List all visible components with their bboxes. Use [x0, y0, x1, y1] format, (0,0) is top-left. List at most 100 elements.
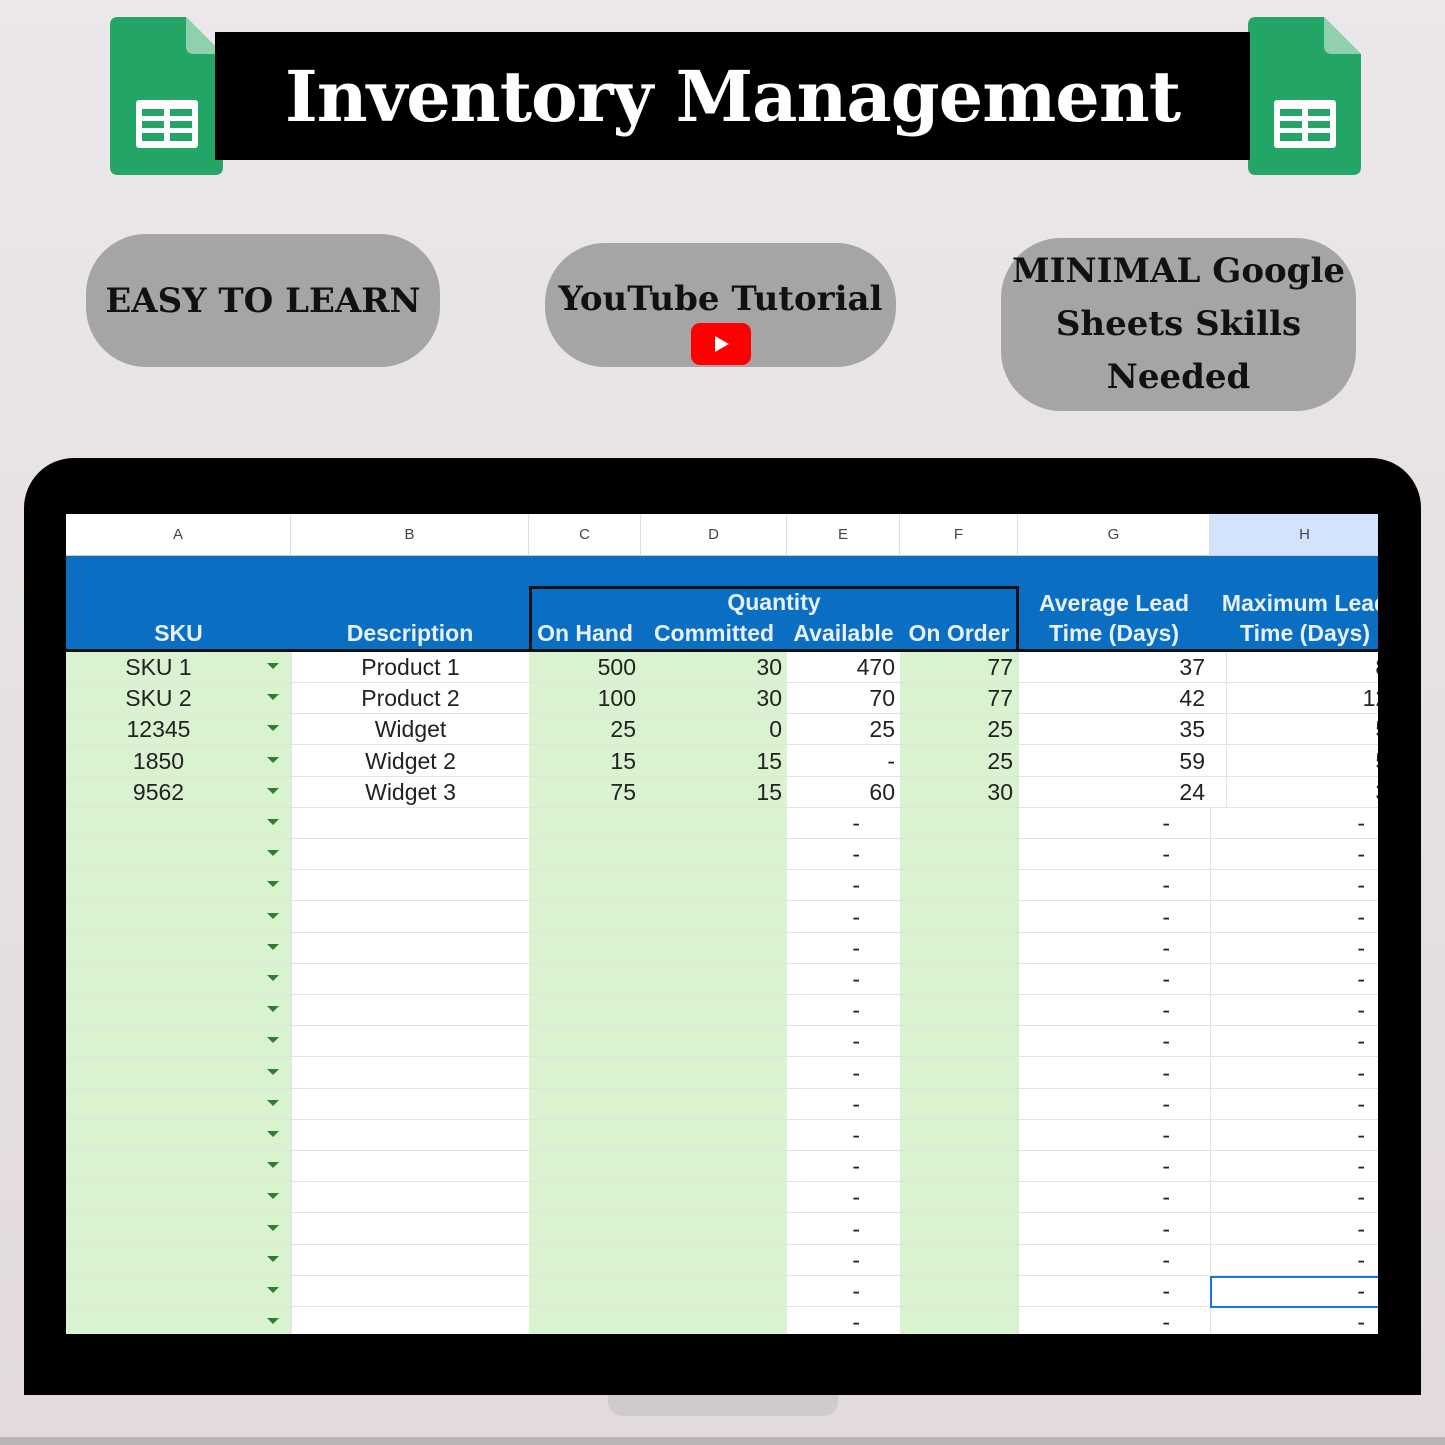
cell[interactable]: -	[1210, 1307, 1378, 1334]
dropdown-arrow-icon[interactable]	[267, 975, 279, 981]
cell[interactable]: -	[1018, 1244, 1210, 1276]
cell[interactable]: 77	[900, 652, 1018, 683]
cell[interactable]: 15	[641, 777, 787, 808]
cell[interactable]	[66, 839, 251, 870]
cell[interactable]: 59	[1018, 745, 1210, 777]
cell[interactable]	[291, 808, 529, 839]
cell[interactable]: 70	[787, 683, 900, 714]
cell[interactable]: -	[787, 1089, 900, 1120]
cell[interactable]: -	[1018, 1088, 1210, 1120]
cell[interactable]	[641, 1214, 787, 1245]
dropdown-arrow-icon[interactable]	[267, 1255, 279, 1262]
dropdown-arrow-icon[interactable]	[267, 725, 279, 732]
cell[interactable]	[529, 995, 641, 1026]
cell[interactable]: 1850	[66, 746, 251, 777]
cell[interactable]	[291, 964, 529, 995]
dropdown-arrow-icon[interactable]	[267, 694, 279, 701]
cell[interactable]	[641, 1276, 787, 1307]
cell[interactable]	[291, 1057, 529, 1089]
cell[interactable]	[529, 1120, 641, 1151]
cell[interactable]: Widget 3	[291, 776, 529, 808]
column-header-e[interactable]: E	[787, 514, 900, 556]
cell[interactable]: 30	[900, 777, 1018, 808]
cell[interactable]: 15	[529, 746, 641, 777]
cell[interactable]	[291, 839, 529, 871]
cell[interactable]	[66, 870, 251, 901]
cell[interactable]: 0	[641, 714, 787, 745]
cell[interactable]: -	[787, 808, 900, 839]
cell[interactable]: 24	[1018, 776, 1210, 808]
column-header-f[interactable]: F	[900, 514, 1018, 556]
cell[interactable]: -	[1018, 839, 1210, 871]
cell[interactable]	[66, 1214, 251, 1245]
dropdown-arrow-icon[interactable]	[267, 850, 279, 857]
cell[interactable]: -	[1018, 1151, 1210, 1183]
cell[interactable]: 25	[787, 714, 900, 745]
cell[interactable]	[66, 1245, 251, 1276]
cell[interactable]	[641, 808, 787, 839]
cell[interactable]	[66, 1276, 251, 1307]
cell[interactable]: -	[1018, 995, 1210, 1027]
cell[interactable]	[641, 1120, 787, 1151]
dropdown-arrow-icon[interactable]	[267, 881, 279, 888]
cell[interactable]	[529, 1089, 641, 1120]
cell[interactable]	[900, 1182, 1018, 1213]
badge-youtube-tutorial[interactable]: YouTube Tutorial	[545, 243, 896, 367]
cell[interactable]: -	[1018, 932, 1210, 964]
cell[interactable]: -	[1210, 995, 1378, 1027]
column-header-c[interactable]: C	[529, 514, 641, 556]
cell[interactable]: -	[1018, 1182, 1210, 1214]
cell[interactable]: 15	[641, 746, 787, 777]
cell[interactable]	[291, 1120, 529, 1151]
dropdown-arrow-icon[interactable]	[267, 1318, 279, 1325]
dropdown-arrow-icon[interactable]	[267, 1287, 279, 1293]
cell[interactable]	[900, 1089, 1018, 1120]
selected-cell[interactable]	[1210, 1276, 1378, 1308]
cell[interactable]	[641, 1307, 787, 1334]
cell[interactable]: Product 1	[291, 652, 529, 683]
cell[interactable]	[529, 1214, 641, 1245]
cell[interactable]: -	[1018, 1057, 1210, 1089]
cell[interactable]	[900, 1058, 1018, 1089]
cell[interactable]: -	[1018, 1307, 1210, 1334]
cell[interactable]: -	[787, 870, 900, 901]
cell[interactable]: 82	[1226, 652, 1378, 683]
cell[interactable]	[291, 870, 529, 902]
cell[interactable]	[641, 870, 787, 901]
cell[interactable]	[529, 839, 641, 870]
cell[interactable]: 35	[1018, 714, 1210, 746]
cell[interactable]: SKU 1	[66, 652, 251, 683]
cell[interactable]	[66, 1089, 251, 1120]
cell[interactable]	[641, 1089, 787, 1120]
dropdown-arrow-icon[interactable]	[267, 756, 279, 763]
cell[interactable]: -	[787, 1307, 900, 1334]
column-header-b[interactable]: B	[291, 514, 529, 556]
cell[interactable]: 75	[529, 777, 641, 808]
cell[interactable]	[66, 1151, 251, 1182]
cell[interactable]: -	[787, 995, 900, 1026]
cell[interactable]	[900, 808, 1018, 839]
cell[interactable]	[641, 933, 787, 964]
cell[interactable]	[66, 1182, 251, 1213]
cell[interactable]	[66, 995, 251, 1026]
cell[interactable]	[291, 1088, 529, 1120]
cell[interactable]: -	[1210, 964, 1378, 995]
cell[interactable]: -	[1210, 1151, 1378, 1183]
dropdown-arrow-icon[interactable]	[267, 1131, 279, 1137]
cell[interactable]: Product 2	[291, 683, 529, 715]
cell[interactable]: 60	[787, 777, 900, 808]
cell[interactable]	[529, 933, 641, 964]
dropdown-arrow-icon[interactable]	[267, 1099, 279, 1106]
cell[interactable]: 30	[1226, 776, 1378, 808]
cell[interactable]	[66, 808, 251, 839]
cell[interactable]: 123	[1226, 683, 1378, 715]
cell[interactable]: -	[1018, 1213, 1210, 1245]
dropdown-arrow-icon[interactable]	[267, 1037, 279, 1044]
cell[interactable]: -	[1210, 1244, 1378, 1276]
column-header-h[interactable]: H	[1210, 514, 1378, 556]
cell[interactable]	[66, 902, 251, 933]
cell[interactable]: -	[1018, 901, 1210, 933]
dropdown-arrow-icon[interactable]	[267, 819, 279, 825]
cell[interactable]: -	[787, 1276, 900, 1307]
cell[interactable]: 37	[1018, 652, 1210, 683]
